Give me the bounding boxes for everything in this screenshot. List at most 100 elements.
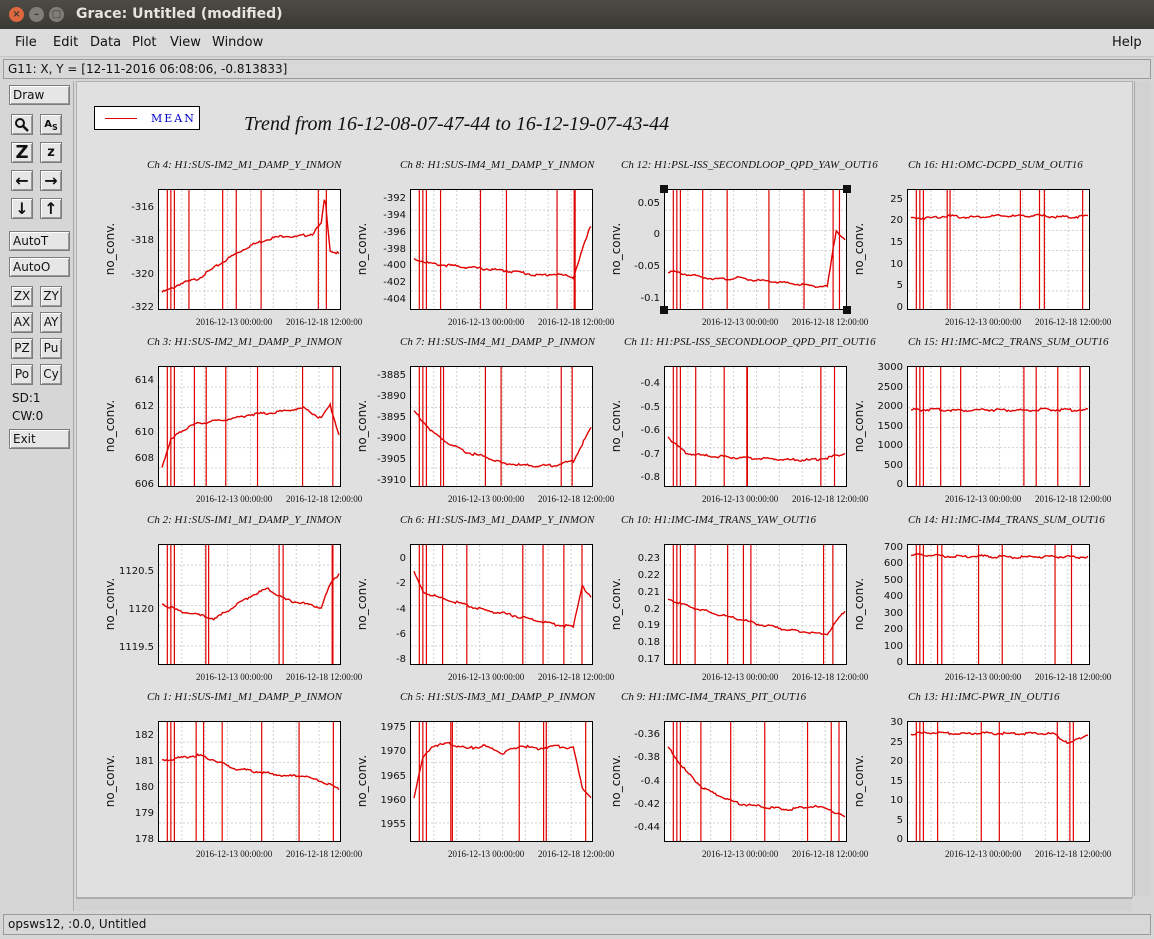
locator-text: G11: X, Y = [12-11-2016 06:08:06, -0.813…: [8, 62, 288, 76]
plot-graph-2[interactable]: [410, 189, 593, 310]
y-axis-label: no_conv.: [609, 577, 623, 630]
x-tick-label: 2016-12-18 12:00:00: [792, 672, 869, 682]
plot-graph-11[interactable]: [664, 544, 847, 665]
plot-graph-1[interactable]: [158, 189, 341, 310]
window-maximize-icon[interactable]: □: [49, 7, 64, 22]
plot-svg-1: [159, 190, 340, 309]
legend-box[interactable]: MEAN: [94, 106, 200, 130]
menubar: File Edit Data Plot View Window Help: [0, 29, 1154, 57]
plot-graph-12[interactable]: [907, 544, 1090, 665]
x-tick-label: 2016-12-18 12:00:00: [792, 317, 869, 327]
menu-window[interactable]: Window: [212, 35, 263, 50]
plot-graph-10[interactable]: [410, 544, 593, 665]
y-tick-label: 3000: [877, 362, 903, 373]
cy-button[interactable]: Cy: [40, 364, 62, 385]
plot-graph-13[interactable]: [158, 721, 341, 842]
y-axis-label: no_conv.: [852, 222, 866, 275]
menu-help[interactable]: Help: [1112, 35, 1142, 50]
pu-button[interactable]: Pu: [40, 338, 62, 359]
magnifier-icon[interactable]: [11, 114, 33, 135]
x-tick-label: 2016-12-18 12:00:00: [286, 317, 363, 327]
y-tick-label: 0.17: [637, 653, 660, 665]
autot-button[interactable]: AutoT: [9, 231, 70, 251]
y-tick-label: 700: [883, 541, 903, 553]
x-tick-label: 2016-12-18 12:00:00: [538, 672, 615, 682]
zoom-z-icon[interactable]: Z: [11, 142, 33, 163]
window-close-icon[interactable]: ×: [9, 7, 24, 22]
cw-label: CW:0: [12, 409, 44, 423]
y-tick-label: -0.36: [634, 728, 660, 740]
x-tick-label: 2016-12-13 00:00:00: [196, 494, 273, 504]
selection-handle[interactable]: [843, 185, 851, 193]
horizontal-scrollbar[interactable]: [76, 898, 1132, 911]
plot-graph-14[interactable]: [410, 721, 593, 842]
plot-graph-4[interactable]: [907, 189, 1090, 310]
selection-handle[interactable]: [843, 306, 851, 314]
arrow-down-icon[interactable]: ↓: [11, 198, 33, 219]
plot-title-5: Ch 3: H1:SUS-IM2_M1_DAMP_P_INMON: [147, 336, 342, 348]
y-axis-label: no_conv.: [609, 399, 623, 452]
y-axis-label: no_conv.: [852, 754, 866, 807]
y-axis-label: no_conv.: [355, 399, 369, 452]
window-minimize-icon[interactable]: –: [29, 7, 44, 22]
menu-view[interactable]: View: [170, 35, 201, 50]
po-button[interactable]: Po: [11, 364, 33, 385]
y-tick-label: 0.05: [637, 197, 660, 209]
y-tick-label: -0.8: [640, 471, 660, 483]
text-as-icon[interactable]: AS: [40, 114, 62, 135]
x-tick-label: 2016-12-18 12:00:00: [792, 849, 869, 859]
y-tick-label: 0: [399, 552, 406, 564]
plot-graph-9[interactable]: [158, 544, 341, 665]
menu-data[interactable]: Data: [90, 35, 121, 50]
selection-handle[interactable]: [660, 185, 668, 193]
arrow-up-icon[interactable]: ↑: [40, 198, 62, 219]
plot-graph-15[interactable]: [664, 721, 847, 842]
pz-button[interactable]: PZ: [11, 338, 33, 359]
plot-graph-7[interactable]: [664, 366, 847, 487]
y-tick-label: 30: [890, 717, 903, 728]
plot-title-15: Ch 9: H1:IMC-IM4_TRANS_PIT_OUT16: [621, 691, 807, 703]
y-tick-label: -8: [396, 654, 406, 666]
y-axis-label: no_conv.: [103, 577, 117, 630]
draw-button[interactable]: Draw: [9, 85, 70, 105]
x-tick-label: 2016-12-18 12:00:00: [538, 494, 615, 504]
ax-button[interactable]: AX: [11, 312, 33, 333]
plot-graph-3[interactable]: [664, 189, 847, 310]
y-axis-label: no_conv.: [355, 577, 369, 630]
x-tick-label: 2016-12-13 00:00:00: [448, 849, 525, 859]
menu-plot[interactable]: Plot: [132, 35, 157, 50]
exit-button[interactable]: Exit: [9, 429, 70, 449]
arrow-right-icon[interactable]: →: [40, 170, 62, 191]
plot-svg-5: [159, 367, 340, 486]
x-tick-label: 2016-12-18 12:00:00: [792, 494, 869, 504]
x-tick-label: 2016-12-13 00:00:00: [196, 672, 273, 682]
y-axis-label: no_conv.: [355, 754, 369, 807]
plot-title-14: Ch 5: H1:SUS-IM3_M1_DAMP_P_INMON: [400, 691, 595, 703]
plot-graph-8[interactable]: [907, 366, 1090, 487]
selection-handle[interactable]: [660, 306, 668, 314]
plot-svg-6: [411, 367, 592, 486]
x-tick-label: 2016-12-18 12:00:00: [1035, 849, 1112, 859]
plot-title-9: Ch 2: H1:SUS-IM1_M1_DAMP_Y_INMON: [147, 514, 342, 526]
menu-edit[interactable]: Edit: [53, 35, 78, 50]
zy-button[interactable]: ZY: [40, 286, 62, 307]
zx-button[interactable]: ZX: [11, 286, 33, 307]
ay-button[interactable]: AY: [40, 312, 62, 333]
legend-line: [105, 118, 137, 119]
toolbar: Draw AS Z z ← → ↓ ↑ AutoT AutoO ZX ZY AX…: [3, 81, 74, 911]
plot-svg-13: [159, 722, 340, 841]
zoom-z-small-icon[interactable]: z: [40, 142, 62, 163]
plot-graph-5[interactable]: [158, 366, 341, 487]
plot-graph-16[interactable]: [907, 721, 1090, 842]
x-tick-label: 2016-12-13 00:00:00: [945, 849, 1022, 859]
vertical-scrollbar[interactable]: [1134, 81, 1151, 896]
series-line-mean: [161, 573, 340, 621]
y-tick-label: -3885: [376, 370, 406, 382]
autoo-button[interactable]: AutoO: [9, 257, 70, 277]
y-axis-label: no_conv.: [609, 754, 623, 807]
plot-title-8: Ch 15: H1:IMC-MC2_TRANS_SUM_OUT16: [908, 336, 1109, 348]
menu-file[interactable]: File: [15, 35, 37, 50]
plot-graph-6[interactable]: [410, 366, 593, 487]
y-axis-label: no_conv.: [103, 222, 117, 275]
arrow-left-icon[interactable]: ←: [11, 170, 33, 191]
